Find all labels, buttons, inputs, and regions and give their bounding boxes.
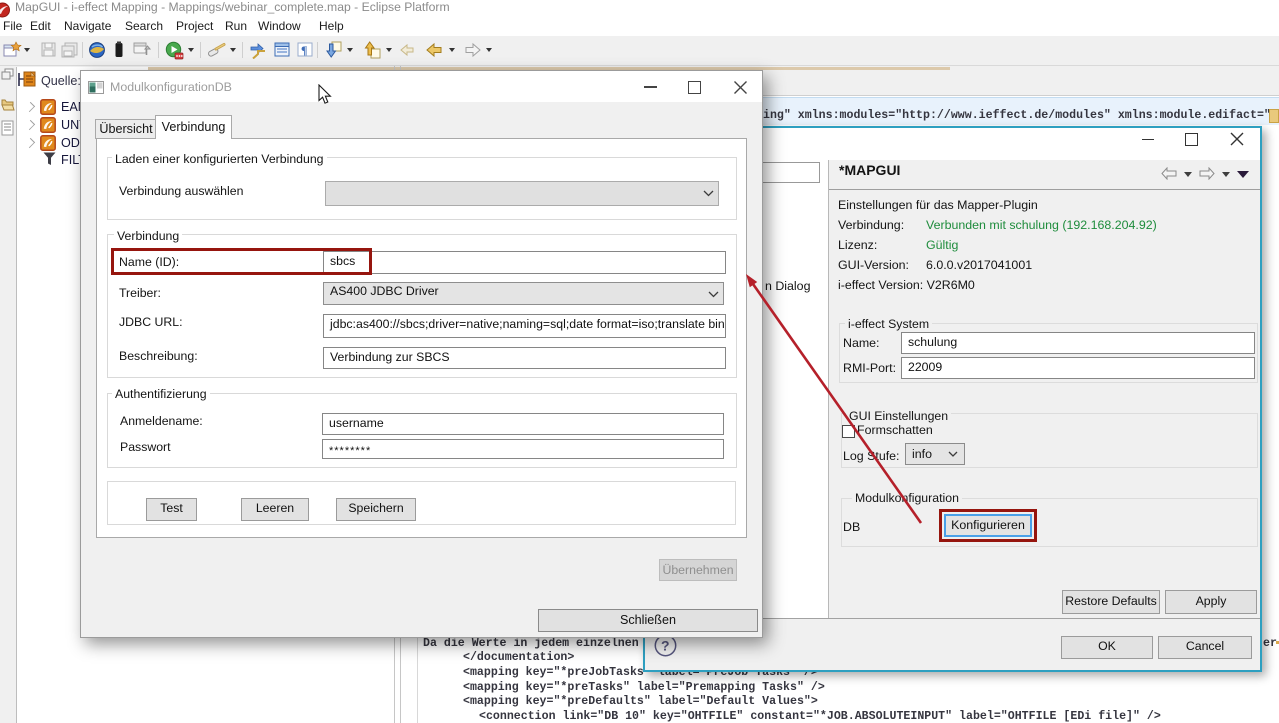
svg-text:?: ? — [661, 638, 670, 654]
svg-text:¶: ¶ — [301, 43, 307, 57]
